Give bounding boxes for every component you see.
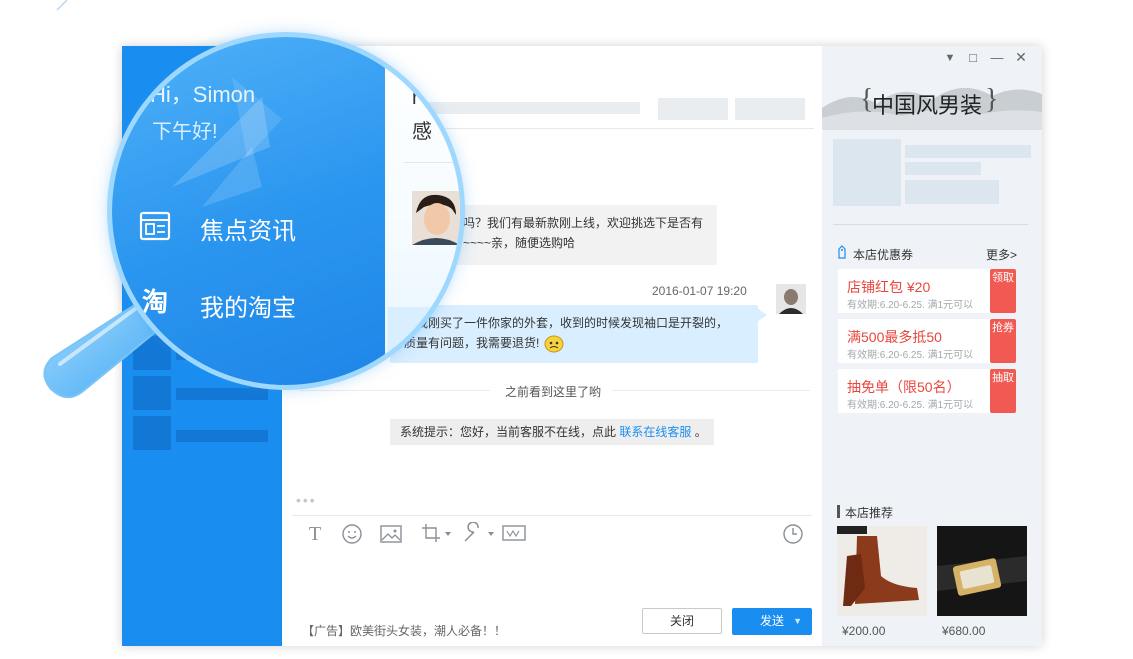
system-notice-end: 。: [694, 425, 707, 439]
brown-shoe-image: [837, 526, 927, 616]
shop-info-placeholder: [905, 145, 1031, 158]
system-notice-text: 系统提示：您好，当前客服不在线，点此: [400, 425, 617, 439]
typing-indicator: •••: [296, 492, 317, 508]
coupon-title: 店铺红包 ¥20: [847, 279, 931, 295]
agent-avatar-image: [412, 191, 460, 245]
divider-line: [612, 390, 810, 391]
image-icon[interactable]: [379, 524, 403, 544]
product-image-belt[interactable]: [937, 526, 1027, 616]
lens-header-fragment: 感: [412, 121, 432, 143]
system-notice: 系统提示：您好，当前客服不在线，点此 联系在线客服 。: [390, 419, 714, 445]
header-button-placeholder[interactable]: [735, 98, 805, 120]
shop-info-placeholder: [905, 162, 981, 175]
emoji-icon[interactable]: [341, 523, 363, 545]
agent-avatar[interactable]: [412, 191, 460, 245]
coupon-subtitle: 有效期:6.20-6.25. 满1元可以: [847, 350, 974, 361]
tools-wrench-icon[interactable]: [461, 522, 497, 544]
product-price: ¥680.00: [942, 624, 986, 638]
banner-brace-right: }: [985, 84, 999, 115]
coupon-subtitle: 有效期:6.20-6.25. 满1元可以: [847, 400, 974, 411]
close-button[interactable]: 关闭: [642, 608, 722, 634]
header-button-placeholder[interactable]: [658, 98, 728, 120]
minimize-window-icon[interactable]: —: [988, 49, 1006, 67]
coupon-title: 满500最多抵50: [847, 329, 942, 345]
shop-banner-title[interactable]: 中国风男装: [872, 88, 982, 120]
history-clock-icon[interactable]: [782, 523, 804, 545]
restore-window-icon[interactable]: □: [964, 49, 982, 67]
shop-divider: [833, 224, 1028, 225]
sidebar-item-my-taobao[interactable]: 我的淘宝: [200, 288, 296, 323]
message-text: 吗？我们有最新款刚上线，欢迎挑选下是否有: [463, 216, 704, 230]
coupon-title: 抽免单（限50名）: [847, 379, 961, 395]
recommend-marker: [837, 505, 840, 518]
input-divider: [292, 515, 812, 516]
lens-header-fragment: r: [412, 87, 419, 109]
coupon-item: 满500最多抵50 有效期:6.20-6.25. 满1元可以 抢券: [838, 319, 1016, 363]
divider-line: [300, 390, 490, 391]
corner-decoration: [56, 0, 68, 11]
send-options-chevron-icon[interactable]: ▼: [793, 608, 802, 634]
message-text: ~~~~亲，随便选购哈: [463, 236, 576, 250]
send-button-label: 发送: [760, 614, 785, 628]
contact-online-service-link[interactable]: 联系在线客服: [619, 425, 691, 439]
shop-info-placeholder: [905, 180, 999, 204]
coupons-title: 本店优惠券: [853, 248, 914, 262]
send-button[interactable]: 发送 ▼: [732, 608, 812, 635]
sidebar-item-icon-placeholder[interactable]: [133, 416, 171, 450]
coupon-item: 抽免单（限50名） 有效期:6.20-6.25. 满1元可以 抽取: [838, 369, 1016, 413]
product-price: ¥200.00: [842, 624, 886, 638]
lens-divider: [404, 162, 460, 163]
coupons-more-link[interactable]: 更多>: [986, 246, 1017, 263]
sidebar-item-news[interactable]: 焦点资讯: [200, 211, 296, 246]
coupon-claim-button[interactable]: 抽取: [990, 369, 1016, 413]
message-timestamp: 2016-01-07 19:20: [652, 284, 747, 298]
magnifier-lens: Hi，Simon 下午好! 焦点资讯 淘 我的淘宝 r 感: [112, 37, 460, 385]
taobao-icon: 淘: [141, 287, 168, 317]
coupon-item: 店铺红包 ¥20 有效期:6.20-6.25. 满1元可以 领取: [838, 269, 1016, 313]
user-avatar[interactable]: [776, 284, 806, 314]
news-icon: [139, 211, 171, 241]
close-window-icon[interactable]: ✕: [1012, 48, 1030, 66]
coupon-subtitle: 有效期:6.20-6.25. 满1元可以: [847, 300, 974, 311]
coupon-claim-button[interactable]: 领取: [990, 269, 1016, 313]
bubble-tail: [757, 308, 767, 322]
belt-buckle-image: [937, 526, 1027, 616]
message-bubble-agent: 吗？我们有最新款刚上线，欢迎挑选下是否有 ~~~~亲，随便选购哈: [455, 205, 717, 265]
coupon-claim-button[interactable]: 抢券: [990, 319, 1016, 363]
shop-logo-placeholder[interactable]: [833, 139, 901, 206]
greeting-time-text: 下午好!: [152, 121, 218, 143]
ad-text[interactable]: 【广告】欧美街头女装，潮人必备！！: [302, 622, 506, 639]
dropdown-menu-icon[interactable]: ▼: [941, 49, 959, 67]
coupon-tag-icon: [838, 245, 846, 259]
lens-user-bubble: [388, 307, 460, 363]
sidebar-item-label-placeholder: [176, 430, 268, 442]
recommend-title: 本店推荐: [845, 506, 894, 520]
text-format-icon[interactable]: T: [304, 522, 326, 546]
greeting-text: Hi，Simon: [150, 82, 256, 107]
worried-emoji-icon: [544, 335, 564, 353]
header-divider: [404, 128, 814, 129]
screenshot-crop-icon[interactable]: [420, 522, 454, 544]
user-avatar-image: [776, 284, 806, 314]
history-divider-text: 之前看到这里了哟: [505, 385, 602, 399]
screen-share-icon[interactable]: [501, 524, 527, 544]
product-image-shoe[interactable]: [837, 526, 927, 616]
